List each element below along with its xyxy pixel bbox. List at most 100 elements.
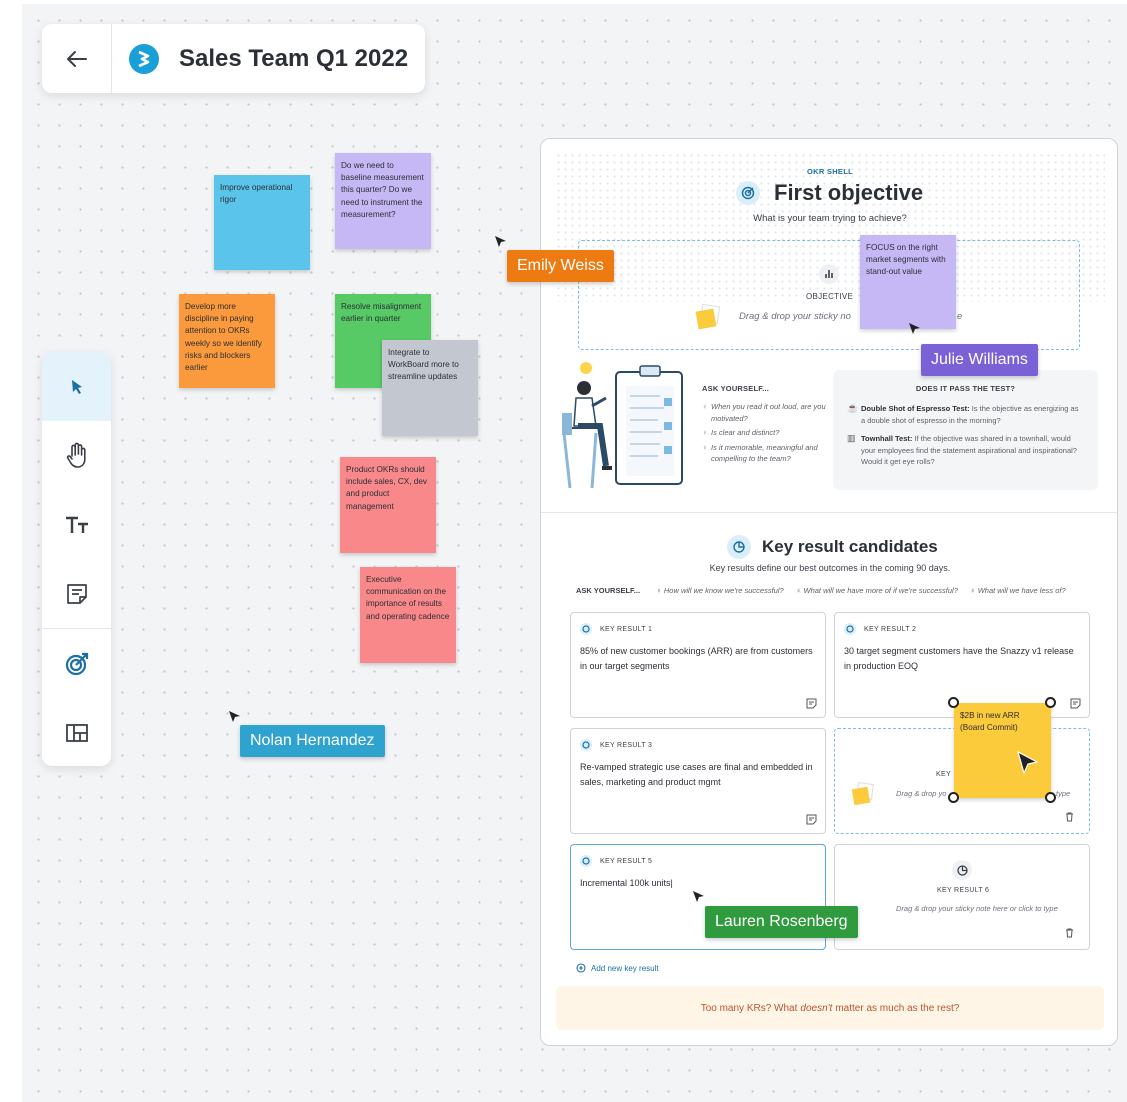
trash-icon[interactable] (1065, 812, 1074, 822)
resize-handle[interactable] (1045, 792, 1056, 803)
notes-icon[interactable] (806, 698, 817, 709)
lightbulb-icon: ♀ (702, 402, 708, 411)
lightbulb-icon: ♀ (702, 428, 708, 437)
key-result-label-text: KEY RESULT 1 (600, 625, 653, 633)
ask-question: How will we know we're successful? (663, 586, 784, 595)
hand-tool[interactable] (42, 421, 111, 490)
text-icon (65, 516, 88, 533)
cursor-icon (495, 236, 506, 247)
sticky-note-text: Resolve misalignment earlier in quarter (341, 302, 422, 324)
drop-hint: Drag & drop yo (896, 789, 947, 798)
sticky-note-text: $2B in new ARR (Board Commit) (960, 711, 1020, 733)
pointer-icon (71, 379, 82, 394)
trash-icon[interactable] (1065, 928, 1074, 938)
collaborator-tag: Emily Weiss (507, 250, 614, 282)
sticky-note-text: Product OKRs should include sales, CX, d… (346, 465, 428, 511)
key-result-text[interactable]: Re-vamped strategic use cases are final … (580, 760, 816, 790)
key-result-text[interactable]: 30 target segment customers have the Sna… (844, 644, 1080, 674)
cursor-icon (1017, 750, 1039, 775)
ask-item-text: Is clear and distinct? (711, 428, 780, 437)
objective-drop-hint: Drag & drop your sticky no (739, 311, 851, 322)
bar-chart-icon (819, 264, 839, 284)
ask-item: ♀ Is clear and distinct? (702, 427, 827, 439)
drop-hint: Drag & drop your sticky note here or cli… (896, 904, 1058, 913)
key-result-label: KEY RESULT 3 (580, 739, 816, 751)
key-results-title-text: Key result candidates (762, 537, 938, 556)
sticky-note-text: Improve operational rigor (220, 183, 293, 205)
key-result-label-text: KEY (936, 771, 951, 778)
sticky-note[interactable]: Executive communication on the importanc… (360, 567, 456, 663)
notes-icon[interactable] (806, 814, 817, 825)
key-result-label-text: KEY RESULT 5 (600, 857, 653, 865)
key-result-icon (727, 535, 751, 559)
resize-handle[interactable] (948, 697, 959, 708)
collaborator-tag: Julie Williams (921, 344, 1038, 376)
template-tool[interactable] (42, 698, 111, 766)
okr-tool[interactable] (42, 629, 111, 698)
lightbulb-icon: ♀ (795, 586, 802, 595)
pass-the-test-box: DOES IT PASS THE TEST? ☕ Double Shot of … (833, 370, 1098, 490)
key-result-text-input[interactable]: Incremental 100k units| (580, 876, 816, 891)
sticky-note[interactable]: Develop more discipline in paying attent… (179, 294, 275, 388)
building-icon: ▥ (847, 433, 856, 443)
test-row: ☕ Double Shot of Espresso Test: Is the o… (847, 403, 1084, 426)
sticky-note[interactable]: Integrate to WorkBoard more to streamlin… (382, 340, 478, 436)
resize-handle[interactable] (948, 792, 959, 803)
test-name: Townhall Test: (861, 434, 913, 443)
lightbulb-icon: ♀ (702, 442, 708, 452)
coffee-cup-icon: ☕ (847, 403, 859, 413)
key-result-card-empty[interactable]: KEY RESULT 6 Drag & drop your sticky not… (834, 844, 1090, 950)
sticky-note[interactable]: FOCUS on the right market segments with … (860, 235, 956, 329)
banner-text: Too many KRs? What (700, 1002, 798, 1014)
board-header: Sales Team Q1 2022 (42, 24, 425, 93)
sticky-stack-icon (851, 781, 877, 806)
sticky-note[interactable]: Do we need to baseline measurement this … (335, 153, 431, 249)
ask-item-text: When you read it out loud, are you motiv… (711, 402, 826, 423)
banner-emphasis: doesn't (800, 1002, 833, 1014)
sticky-note[interactable]: Product OKRs should include sales, CX, d… (340, 457, 436, 553)
objective-title: First objective (736, 180, 923, 206)
ask-item: ♀ Is it memorable, meaningful and compell… (702, 442, 827, 465)
key-result-icon (580, 739, 592, 751)
objective-drop-hint-tail: e (957, 311, 963, 322)
notes-icon[interactable] (1070, 698, 1081, 709)
sticky-note-icon (66, 583, 87, 604)
section-divider (541, 512, 1117, 513)
sticky-note-text: Develop more discipline in paying attent… (185, 302, 262, 373)
key-results-ask-yourself: ASK YOURSELF... ♀ How will we know we're… (576, 586, 1076, 595)
ask-question: What will we have less of? (977, 586, 1066, 595)
sticky-note[interactable]: Improve operational rigor (214, 175, 310, 270)
text-tool[interactable] (42, 490, 111, 559)
ask-heading: ASK YOURSELF... (576, 586, 641, 595)
tool-palette (42, 352, 111, 766)
sticky-stack-icon (695, 303, 723, 330)
add-key-result-label: Add new key result (591, 963, 659, 973)
ask-question: What will we have more of if we're succe… (803, 586, 958, 595)
resize-handle[interactable] (1045, 697, 1056, 708)
add-key-result-link[interactable]: Add new key result (576, 963, 659, 973)
sticky-tool[interactable] (42, 559, 111, 628)
cursor-icon (909, 323, 920, 334)
sticky-note-text: Do we need to baseline measurement this … (341, 161, 424, 219)
key-result-label-text: KEY RESULT 2 (864, 625, 917, 633)
ask-heading: ASK YOURSELF... (702, 384, 770, 393)
select-tool[interactable] (42, 352, 111, 421)
test-name: Double Shot of Espresso Test: (861, 404, 970, 413)
plus-circle-icon (576, 963, 586, 973)
key-result-label-text: KEY RESULT 6 (937, 887, 990, 894)
target-icon (736, 181, 760, 205)
back-button[interactable] (42, 24, 112, 93)
drop-hint-tail: type (1056, 789, 1071, 798)
sticky-note-text: Integrate to WorkBoard more to streamlin… (388, 348, 459, 382)
target-icon (65, 652, 88, 675)
key-result-icon (844, 623, 856, 635)
test-heading: DOES IT PASS THE TEST? (915, 384, 1016, 393)
key-result-card[interactable]: KEY RESULT 1 85% of new customer booking… (570, 612, 826, 718)
key-result-text[interactable]: 85% of new customer bookings (ARR) are f… (580, 644, 816, 674)
board-title: Sales Team Q1 2022 (179, 44, 409, 72)
key-result-label: KEY RESULT 5 (580, 855, 816, 867)
key-result-card[interactable]: KEY RESULT 3 Re-vamped strategic use cas… (570, 728, 826, 834)
too-many-krs-banner: Too many KRs? What doesn't matter as muc… (556, 986, 1104, 1030)
key-results-subtitle: Key results define our best outcomes in … (709, 563, 951, 573)
collaborator-tag: Lauren Rosenberg (705, 906, 858, 938)
